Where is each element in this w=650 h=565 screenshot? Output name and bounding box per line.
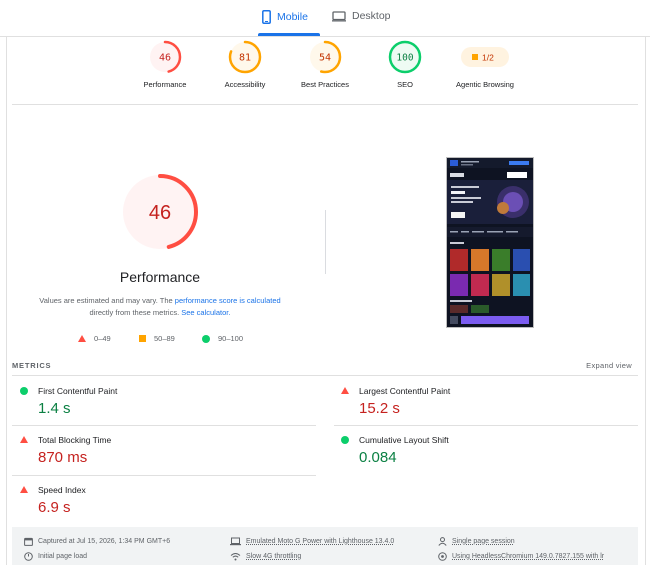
gauge-score: 54 [319, 53, 331, 64]
wifi-icon [230, 553, 241, 561]
circle-icon [202, 334, 210, 343]
gauge-seo[interactable]: 100 SEO [360, 40, 450, 89]
metric-name: First Contentful Paint [38, 386, 118, 396]
pass-circle-icon [20, 387, 28, 395]
metric-name: Cumulative Layout Shift [359, 435, 449, 445]
session-text: Single page session [452, 538, 515, 545]
gauge-performance[interactable]: 46 Performance [120, 40, 210, 89]
device-text: Emulated Moto G Power with Lighthouse 13… [246, 538, 395, 545]
section-divider [12, 104, 638, 105]
laptop-icon [230, 537, 241, 546]
gauge-score: 1/2 [482, 53, 494, 63]
device-emulation[interactable]: Emulated Moto G Power with Lighthouse 13… [230, 537, 394, 546]
metric-value: 15.2 s [359, 400, 400, 417]
calendar-icon [24, 537, 33, 546]
metrics-heading: METRICS [12, 361, 52, 370]
legend-fail: 0–49 [78, 334, 111, 343]
phone-icon [262, 10, 271, 24]
performance-score: 46 [149, 202, 171, 224]
gauge-score: 81 [239, 53, 251, 64]
gauge-label: Best Practices [301, 80, 349, 89]
captured-at: Captured at Jul 15, 2026, 1:34 PM GMT+6 [24, 537, 170, 546]
description-text: directly from these metrics. [89, 308, 180, 317]
metric-name: Total Blocking Time [38, 435, 112, 445]
fail-triangle-icon [341, 387, 349, 394]
expand-view-toggle[interactable]: Expand view [586, 361, 632, 370]
legend-fail-label: 0–49 [94, 334, 111, 343]
network-throttling[interactable]: Slow 4G throttling [230, 552, 301, 561]
fail-triangle-icon [20, 436, 28, 443]
average-square-icon [472, 54, 478, 60]
legend-average: 50–89 [139, 334, 175, 343]
device-tabs: Mobile Desktop [0, 0, 650, 37]
gauge-label: SEO [397, 80, 413, 89]
legend-pass: 90–100 [202, 334, 243, 343]
vertical-divider [325, 210, 326, 274]
metric-value: 1.4 s [38, 400, 71, 417]
metric-value: 870 ms [38, 449, 88, 466]
metric-name: Largest Contentful Paint [359, 386, 451, 396]
triangle-icon [78, 335, 86, 342]
performance-gauge: 46 [120, 172, 200, 257]
metric-name: Speed Index [38, 485, 86, 495]
performance-title: Performance [119, 269, 201, 285]
runtime-settings: Captured at Jul 15, 2026, 1:34 PM GMT+6 … [12, 527, 638, 565]
pass-circle-icon [341, 436, 349, 444]
throttling-text: Slow 4G throttling [246, 553, 302, 560]
fail-triangle-icon [20, 486, 28, 493]
legend-average-label: 50–89 [154, 334, 175, 343]
metric-value: 6.9 s [38, 499, 71, 516]
description-text: Values are estimated and may vary. The [39, 296, 173, 305]
metrics-divider [12, 425, 316, 426]
metrics-divider [334, 425, 638, 426]
gauge-accessibility[interactable]: 81 Accessibility [200, 40, 290, 89]
calculator-link[interactable]: See calculator. [181, 308, 230, 317]
desktop-icon [332, 10, 346, 21]
captured-text: Captured at Jul 15, 2026, 1:34 PM GMT+6 [38, 538, 171, 545]
gauge-label: Performance [143, 80, 187, 89]
legend-pass-label: 90–100 [218, 334, 244, 343]
performance-score-link[interactable]: performance score is calculated [175, 296, 281, 305]
tab-mobile-label: Mobile [277, 11, 308, 23]
session-type[interactable]: Single page session [438, 537, 515, 546]
person-icon [438, 537, 447, 546]
timer-icon [24, 552, 33, 561]
gauge-label: Agentic Browsing [456, 80, 514, 89]
tab-mobile[interactable]: Mobile [262, 10, 308, 24]
gauge-score: 100 [396, 53, 413, 64]
gauge-agentic-browsing[interactable]: 1/2 Agentic Browsing [440, 40, 530, 89]
gauge-score: 46 [159, 53, 171, 64]
initial-load: Initial page load [24, 552, 87, 561]
tab-desktop[interactable]: Desktop [332, 10, 391, 22]
metrics-divider [12, 475, 316, 476]
browser-info[interactable]: Using HeadlessChromium 149.0.7827.155 wi… [438, 552, 604, 561]
gauge-label: Accessibility [224, 80, 266, 89]
metrics-divider [12, 375, 638, 376]
initial-text: Initial page load [38, 553, 88, 560]
page-screenshot-thumbnail[interactable] [446, 157, 534, 328]
browser-text: Using HeadlessChromium 149.0.7827.155 wi… [452, 553, 605, 560]
category-gauges: 46 Performance 81 Accessibility 54 Best … [0, 40, 650, 100]
metric-value: 0.084 [359, 449, 397, 466]
shield-icon [438, 552, 447, 561]
performance-description: Values are estimated and may vary. The p… [28, 295, 292, 319]
square-icon [139, 335, 146, 342]
gauge-best-practices[interactable]: 54 Best Practices [280, 40, 370, 89]
tab-desktop-label: Desktop [352, 10, 391, 22]
